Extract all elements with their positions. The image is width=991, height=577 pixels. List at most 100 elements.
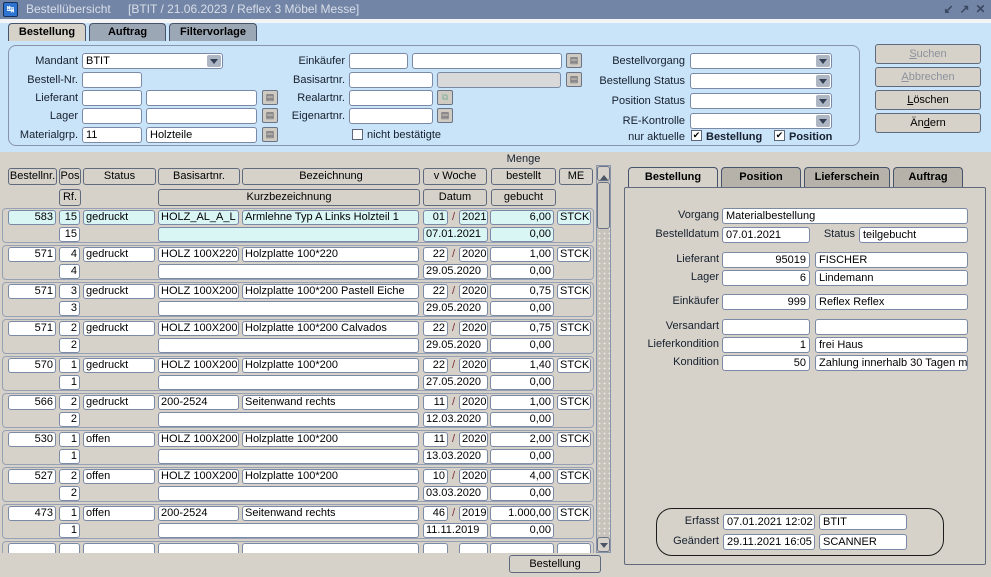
cell-basisartnr[interactable]: HOLZ_AL_A_L [158, 210, 239, 225]
cell-rf[interactable]: 2 [59, 412, 80, 427]
re-kontrolle-combo[interactable] [690, 113, 832, 129]
header-bezeichnung[interactable]: Bezeichnung [242, 168, 420, 185]
cell-bestellnr[interactable]: 530 [8, 432, 56, 447]
cell-jahr[interactable]: 2020 [459, 321, 488, 336]
realartnr-input[interactable] [349, 90, 433, 106]
cell-pos[interactable]: 1 [59, 358, 80, 373]
cell-gebucht[interactable]: 0,00 [490, 412, 554, 427]
cell-woche[interactable] [423, 543, 448, 553]
cell-bezeichnung[interactable]: Holzplatte 100*200 Pastell Eiche [242, 284, 419, 299]
header-bestellnr[interactable]: Bestellnr. [8, 168, 57, 185]
cell-bezeichnung[interactable]: Holzplatte 100*200 [242, 358, 419, 373]
cell-datum[interactable]: 12.03.2020 [423, 412, 488, 427]
erfasst-datum-field[interactable]: 07.01.2021 12:02 [723, 514, 815, 530]
aendern-button[interactable]: Ändern [875, 113, 981, 133]
order-record[interactable]: 583 15 gedruckt HOLZ_AL_A_L Armlehne Typ… [2, 208, 594, 243]
dropdown-arrow-icon[interactable] [207, 55, 221, 67]
cell-pos[interactable]: 2 [59, 321, 80, 336]
cell-woche[interactable]: 22 [423, 321, 448, 336]
eigenartnr-lov-icon[interactable]: ▤ [437, 108, 453, 123]
cell-kurzbezeichnung[interactable] [158, 449, 419, 464]
cell-me[interactable]: STCK [557, 210, 591, 225]
order-record[interactable]: 530 1 offen HOLZ 100X200 Holzplatte 100*… [2, 430, 594, 465]
cell-status[interactable]: gedruckt [83, 284, 155, 299]
cell-datum[interactable]: 07.01.2021 [423, 227, 488, 242]
cell-bezeichnung[interactable]: Holzplatte 100*200 [242, 432, 419, 447]
cell-gebucht[interactable]: 0,00 [490, 264, 554, 279]
loeschen-button[interactable]: Löschen [875, 90, 981, 110]
cell-woche[interactable]: 10 [423, 469, 448, 484]
cell-me[interactable]: STCK [557, 506, 591, 521]
cell-kurzbezeichnung[interactable] [158, 227, 419, 242]
materialgrp-name-input[interactable]: Holzteile [146, 127, 257, 143]
cell-status[interactable]: gedruckt [83, 395, 155, 410]
realartnr-structure-icon[interactable]: ⧉ [437, 90, 453, 105]
eigenartnr-input[interactable] [349, 108, 433, 124]
header-bestellt[interactable]: bestellt [491, 168, 556, 185]
cell-datum[interactable]: 27.05.2020 [423, 375, 488, 390]
cell-bestellnr[interactable]: 571 [8, 284, 56, 299]
cell-pos[interactable]: 2 [59, 469, 80, 484]
lieferkondition-nr-field[interactable]: 1 [722, 337, 810, 353]
vorgang-field[interactable]: Materialbestellung [722, 208, 968, 224]
order-record[interactable] [2, 541, 594, 553]
minimize-icon[interactable]: ↙ [941, 1, 956, 17]
cell-bestellt[interactable]: 4,00 [490, 469, 554, 484]
cell-jahr[interactable]: 2020 [459, 395, 488, 410]
cell-status[interactable]: gedruckt [83, 210, 155, 225]
cell-status[interactable]: gedruckt [83, 358, 155, 373]
nur-aktuelle-position-checkbox[interactable]: ✔ [774, 130, 785, 141]
order-record[interactable]: 570 1 gedruckt HOLZ 100X200 Holzplatte 1… [2, 356, 594, 391]
cell-woche[interactable]: 22 [423, 247, 448, 262]
status-field[interactable]: teilgebucht [859, 227, 968, 243]
detail-tab-lieferschein[interactable]: Lieferschein [804, 167, 890, 187]
maximize-icon[interactable]: ↗ [957, 1, 972, 17]
cell-bestellnr[interactable]: 570 [8, 358, 56, 373]
cell-kurzbezeichnung[interactable] [158, 412, 419, 427]
cell-bezeichnung[interactable]: Holzplatte 100*200 Calvados [242, 321, 419, 336]
cell-bestellnr[interactable]: 583 [8, 210, 56, 225]
erfasst-user-field[interactable]: BTIT [819, 514, 907, 530]
cell-datum[interactable]: 13.03.2020 [423, 449, 488, 464]
geaendert-user-field[interactable]: SCANNER [819, 534, 907, 550]
cell-me[interactable]: STCK [557, 469, 591, 484]
cell-me[interactable]: STCK [557, 284, 591, 299]
bestellung-footer-button[interactable]: Bestellung [509, 555, 601, 573]
cell-pos[interactable] [59, 543, 80, 553]
cell-kurzbezeichnung[interactable] [158, 338, 419, 353]
cell-woche[interactable]: 11 [423, 395, 448, 410]
cell-jahr[interactable]: 2020 [459, 432, 488, 447]
cell-bezeichnung[interactable]: Holzplatte 100*200 [242, 469, 419, 484]
cell-status[interactable] [83, 543, 155, 553]
order-record[interactable]: 566 2 gedruckt 200-2524 Seitenwand recht… [2, 393, 594, 428]
cell-me[interactable]: STCK [557, 321, 591, 336]
cell-pos[interactable]: 15 [59, 210, 80, 225]
einkaeufer-name-field[interactable]: Reflex Reflex [815, 294, 968, 310]
cell-rf[interactable]: 3 [59, 301, 80, 316]
dropdown-arrow-icon[interactable] [816, 115, 830, 127]
cell-bestellt[interactable]: 2,00 [490, 432, 554, 447]
cell-datum[interactable]: 29.05.2020 [423, 264, 488, 279]
cell-status[interactable]: offen [83, 506, 155, 521]
cell-bestellnr[interactable] [8, 543, 56, 553]
cell-gebucht[interactable]: 0,00 [490, 301, 554, 316]
cell-pos[interactable]: 1 [59, 432, 80, 447]
cell-bezeichnung[interactable]: Seitenwand rechts [242, 506, 419, 521]
cell-datum[interactable]: 11.11.2019 [423, 523, 488, 538]
cell-rf[interactable]: 1 [59, 375, 80, 390]
lager-code-input[interactable] [82, 108, 142, 124]
cell-gebucht[interactable]: 0,00 [490, 449, 554, 464]
bestellnr-input[interactable] [82, 72, 142, 88]
cell-gebucht[interactable]: 0,00 [490, 523, 554, 538]
cell-bestellt[interactable]: 1.000,00 [490, 506, 554, 521]
header-gebucht[interactable]: gebucht [491, 189, 556, 206]
lager-nr-field[interactable]: 6 [722, 270, 810, 286]
cell-rf[interactable]: 2 [59, 486, 80, 501]
cell-me[interactable]: STCK [557, 358, 591, 373]
einkaeufer-code-input[interactable] [349, 53, 408, 69]
cell-bezeichnung[interactable] [242, 543, 419, 553]
nur-aktuelle-bestellung-checkbox[interactable]: ✔ [691, 130, 702, 141]
detail-tab-position[interactable]: Position [721, 167, 801, 187]
cell-bestellt[interactable]: 0,75 [490, 321, 554, 336]
materialgrp-lov-icon[interactable]: ▤ [262, 127, 278, 142]
